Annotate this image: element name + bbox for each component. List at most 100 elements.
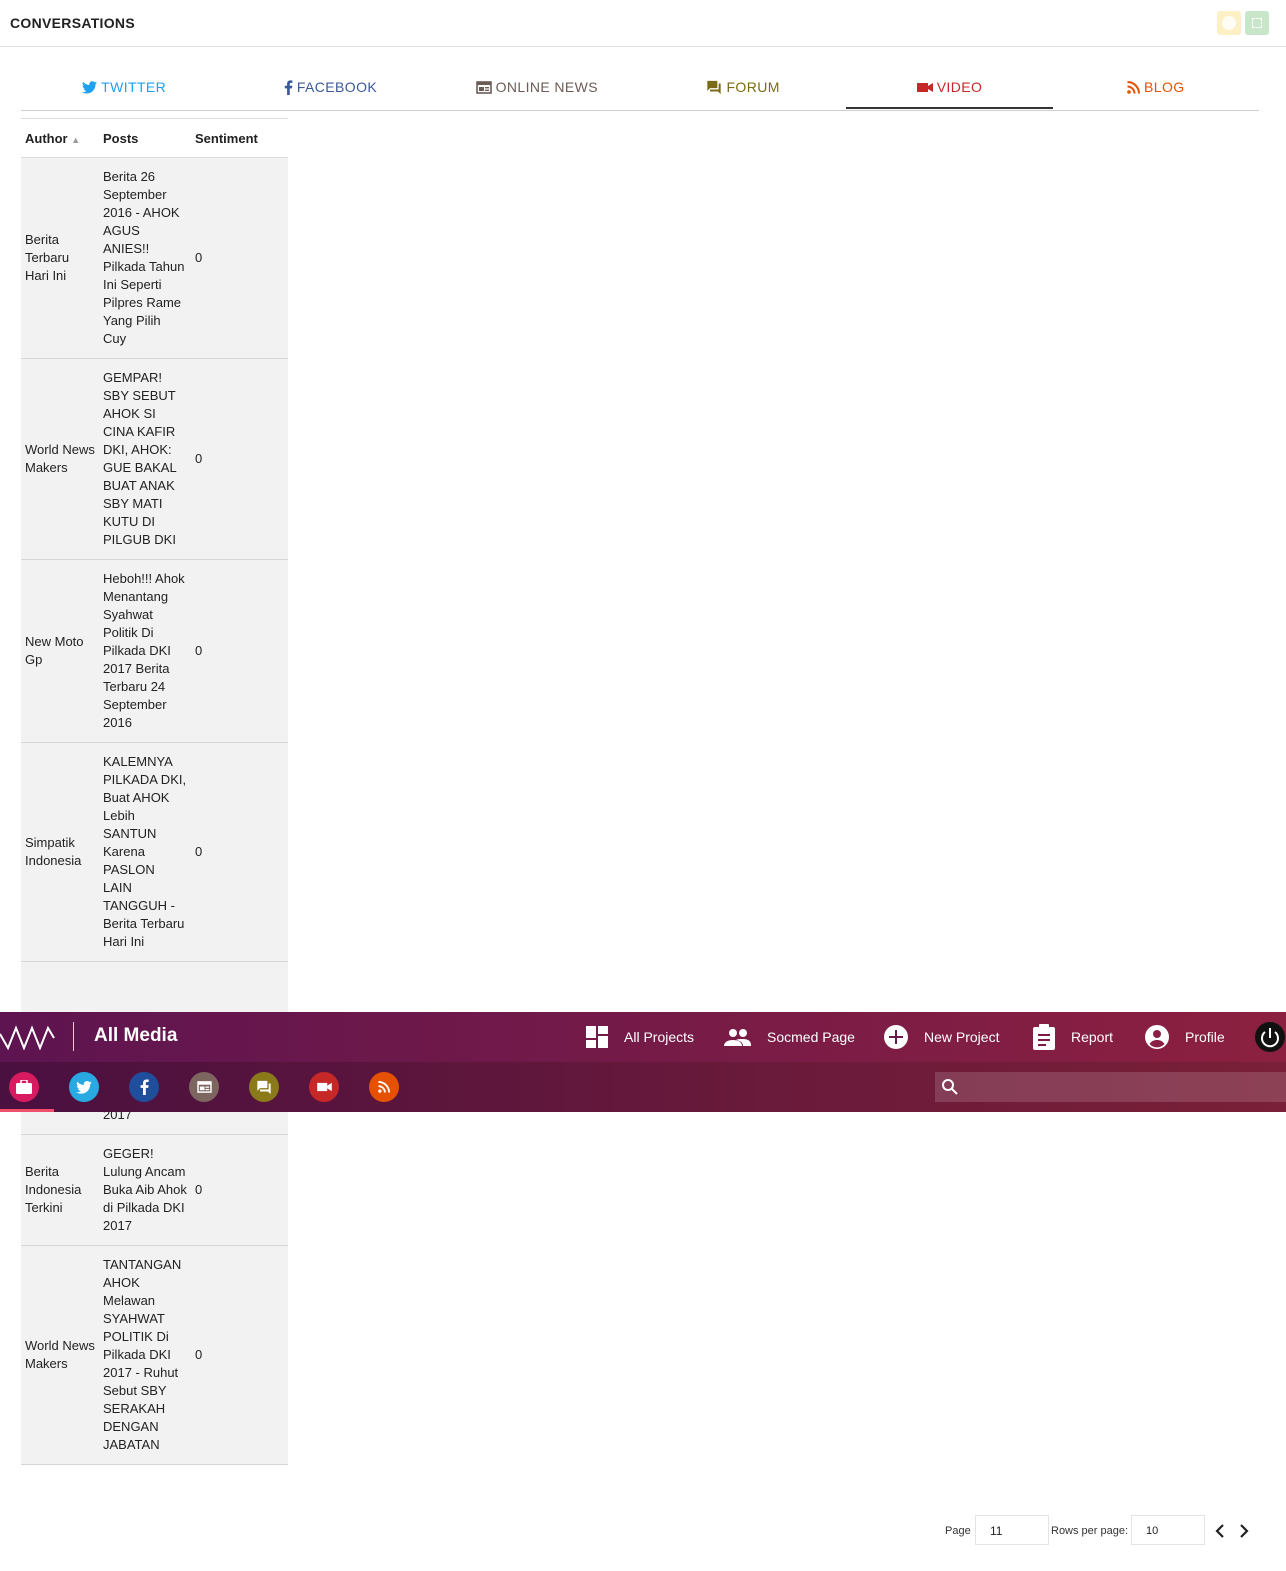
- facebook-icon: [284, 79, 293, 95]
- tab-forum[interactable]: FORUM: [640, 66, 846, 108]
- tab-label: VIDEO: [936, 79, 983, 95]
- nav-label: Socmed Page: [767, 1029, 855, 1045]
- fullscreen-icon: [1252, 18, 1262, 28]
- tab-online-news[interactable]: ONLINE NEWS: [434, 66, 640, 108]
- forum-icon: [707, 80, 722, 94]
- clipboard-icon: [1033, 1024, 1055, 1050]
- previous-page-button[interactable]: [1214, 1522, 1226, 1540]
- tab-twitter[interactable]: TWITTER: [21, 66, 227, 108]
- table-row[interactable]: New Moto Gp Heboh!!! Ahok Menantang Syah…: [21, 559, 288, 743]
- post-cell[interactable]: TANTANGAN AHOK Melawan SYAHWAT POLITIK D…: [99, 1245, 191, 1465]
- sentiment-cell: 0: [191, 358, 288, 560]
- channel-twitter-button[interactable]: [69, 1072, 99, 1102]
- sort-ascending-icon: ▲: [71, 134, 81, 145]
- conversation-table: Author ▲ Posts Sentiment Berita Terbaru …: [21, 118, 288, 1465]
- tab-label: TWITTER: [101, 79, 167, 95]
- logout-button[interactable]: [1255, 1022, 1285, 1052]
- post-cell[interactable]: Berita 26 September 2016 - AHOK AGUS ANI…: [99, 157, 191, 359]
- table-row[interactable]: Simpatik Indonesia KALEMNYA PILKADA DKI,…: [21, 742, 288, 962]
- nav-profile[interactable]: Profile: [1145, 1023, 1225, 1051]
- nav-label: Report: [1071, 1029, 1114, 1045]
- column-sentiment[interactable]: Sentiment: [191, 118, 288, 158]
- tab-video[interactable]: VIDEO: [846, 66, 1053, 109]
- brand-title: All Media: [94, 1025, 178, 1046]
- rows-per-page-label: Rows per page:: [1051, 1525, 1129, 1537]
- nav-new-project[interactable]: New Project: [884, 1023, 999, 1051]
- table-row[interactable]: Berita Indonesia Terkini GEGER! Lulung A…: [21, 1134, 288, 1246]
- nav-report[interactable]: Report: [1033, 1023, 1113, 1051]
- post-cell[interactable]: GEMPAR! SBY SEBUT AHOK SI CINA KAFIR DKI…: [99, 358, 191, 560]
- author-cell: Berita Terbaru Hari Ini: [21, 157, 99, 359]
- tab-facebook[interactable]: FACEBOOK: [227, 66, 433, 108]
- page-title: CONVERSATIONS: [10, 15, 135, 31]
- nav-socmed-page[interactable]: Socmed Page: [724, 1023, 855, 1051]
- facebook-icon: [140, 1079, 149, 1095]
- account-icon: [1145, 1025, 1169, 1049]
- author-cell: Simpatik Indonesia: [21, 742, 99, 962]
- nav-label: New Project: [924, 1029, 1000, 1045]
- chevron-left-icon: [1215, 1524, 1224, 1538]
- nav-label: All Projects: [624, 1029, 695, 1045]
- author-cell: Berita Indonesia Terkini: [21, 1134, 99, 1246]
- channel-news-button[interactable]: [189, 1072, 219, 1102]
- post-cell[interactable]: Heboh!!! Ahok Menantang Syahwat Politik …: [99, 559, 191, 743]
- tab-label: FORUM: [726, 79, 780, 95]
- next-page-button[interactable]: [1238, 1522, 1250, 1540]
- sentiment-cell: 0: [191, 157, 288, 359]
- chevron-right-icon: [1240, 1524, 1249, 1538]
- divider: [73, 1022, 74, 1051]
- table-row[interactable]: Berita Terbaru Hari Ini Berita 26 Septem…: [21, 157, 288, 359]
- nav-label: Profile: [1185, 1029, 1225, 1045]
- forum-icon: [257, 1080, 271, 1094]
- author-cell: World News Makers: [21, 1245, 99, 1465]
- tab-label: FACEBOOK: [296, 79, 378, 95]
- page-label: Page: [945, 1525, 971, 1537]
- video-icon: [916, 82, 933, 92]
- tab-label: BLOG: [1144, 79, 1185, 95]
- panel-header: CONVERSATIONS: [0, 0, 1286, 47]
- active-channel-indicator: [0, 1109, 54, 1112]
- news-icon: [196, 1081, 212, 1093]
- help-button[interactable]: [1217, 11, 1241, 35]
- channel-tabs: TWITTER FACEBOOK ONLINE NEWS FORUM VIDEO…: [21, 66, 1259, 111]
- help-icon: [1222, 16, 1236, 30]
- sentiment-cell: 0: [191, 742, 288, 962]
- tab-blog[interactable]: BLOG: [1053, 66, 1259, 108]
- page-number-input[interactable]: 11: [975, 1515, 1049, 1545]
- sentiment-cell: 0: [191, 1245, 288, 1465]
- add-circle-icon: [884, 1025, 908, 1049]
- power-icon: [1261, 1028, 1279, 1048]
- sentiment-cell: 0: [191, 1134, 288, 1246]
- people-icon: [724, 1029, 751, 1046]
- twitter-icon: [76, 1080, 92, 1094]
- column-posts[interactable]: Posts: [99, 118, 191, 158]
- rows-per-page-select[interactable]: 10: [1131, 1515, 1205, 1545]
- sentiment-cell: 0: [191, 559, 288, 743]
- column-author[interactable]: Author ▲: [21, 118, 99, 158]
- rss-icon: [378, 1081, 390, 1093]
- rss-icon: [1127, 80, 1141, 94]
- search-input[interactable]: [935, 1072, 1286, 1102]
- app-navbar: All Media All Projects Socmed Page New P…: [0, 1012, 1286, 1112]
- news-icon: [475, 80, 492, 94]
- channel-facebook-button[interactable]: [129, 1072, 159, 1102]
- navbar-top: All Media All Projects Socmed Page New P…: [0, 1012, 1286, 1062]
- fullscreen-button[interactable]: [1245, 11, 1269, 35]
- search-icon: [942, 1079, 958, 1095]
- video-icon: [316, 1082, 332, 1092]
- channel-all-button[interactable]: [9, 1072, 39, 1102]
- channel-blog-button[interactable]: [369, 1072, 399, 1102]
- tab-label: ONLINE NEWS: [495, 79, 599, 95]
- logo-icon: [0, 1025, 55, 1050]
- channel-video-button[interactable]: [309, 1072, 339, 1102]
- table-row[interactable]: World News Makers GEMPAR! SBY SEBUT AHOK…: [21, 358, 288, 560]
- table-row[interactable]: World News Makers TANTANGAN AHOK Melawan…: [21, 1245, 288, 1465]
- author-cell: New Moto Gp: [21, 559, 99, 743]
- nav-all-projects[interactable]: All Projects: [586, 1023, 694, 1051]
- post-cell[interactable]: GEGER! Lulung Ancam Buka Aib Ahok di Pil…: [99, 1134, 191, 1246]
- channel-forum-button[interactable]: [249, 1072, 279, 1102]
- briefcase-icon: [16, 1080, 32, 1094]
- twitter-icon: [82, 80, 98, 93]
- post-cell[interactable]: KALEMNYA PILKADA DKI, Buat AHOK Lebih SA…: [99, 742, 191, 962]
- dashboard-icon: [586, 1026, 608, 1048]
